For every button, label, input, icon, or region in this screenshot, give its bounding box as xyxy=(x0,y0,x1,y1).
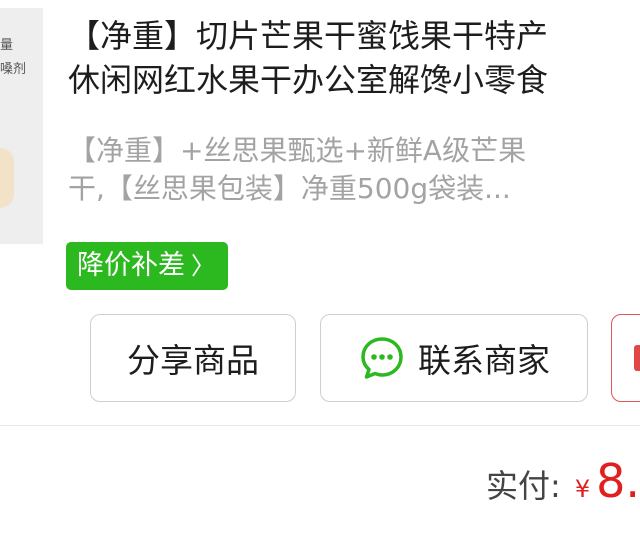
currency-symbol: ¥ xyxy=(574,475,591,503)
contact-seller-button[interactable]: 联系商家 xyxy=(320,314,588,402)
paid-amount: 8. xyxy=(596,454,640,508)
product-title-line-2: 休闲网红水果干办公室解馋小零食 xyxy=(68,61,549,99)
product-spec-line-1: 【净重】+丝思果甄选+新鲜A级芒果 xyxy=(68,134,527,167)
payment-summary: 实付: ¥ 8. xyxy=(486,454,640,514)
share-product-button[interactable]: 分享商品 xyxy=(90,314,296,402)
product-thumbnail[interactable]: 量 嗓剂 xyxy=(0,8,43,244)
product-spec: 【净重】+丝思果甄选+新鲜A级芒果 干,【丝思果包装】净重500g袋装... xyxy=(68,132,640,208)
chevron-right-icon: 〉 xyxy=(191,252,215,280)
section-divider xyxy=(0,425,640,426)
product-title-line-1: 【净重】切片芒果干蜜饯果干特产 xyxy=(68,17,549,55)
thumbnail-fruit-image xyxy=(0,148,14,208)
price-drop-compensation-badge[interactable]: 降价补差 〉 xyxy=(66,242,228,290)
thumbnail-label: 量 嗓剂 xyxy=(0,38,27,77)
product-spec-line-2: 干,【丝思果包装】净重500g袋装... xyxy=(68,172,511,205)
product-title[interactable]: 【净重】切片芒果干蜜饯果干特产 休闲网红水果干办公室解馋小零食 xyxy=(68,14,640,102)
contact-button-label: 联系商家 xyxy=(418,341,550,380)
partial-action-glyph xyxy=(634,345,640,371)
more-action-button[interactable] xyxy=(611,314,640,402)
paid-label: 实付: xyxy=(486,467,561,505)
badge-label: 降价补差 xyxy=(77,250,185,281)
chat-bubble-icon xyxy=(358,334,406,382)
share-button-label: 分享商品 xyxy=(127,341,259,380)
